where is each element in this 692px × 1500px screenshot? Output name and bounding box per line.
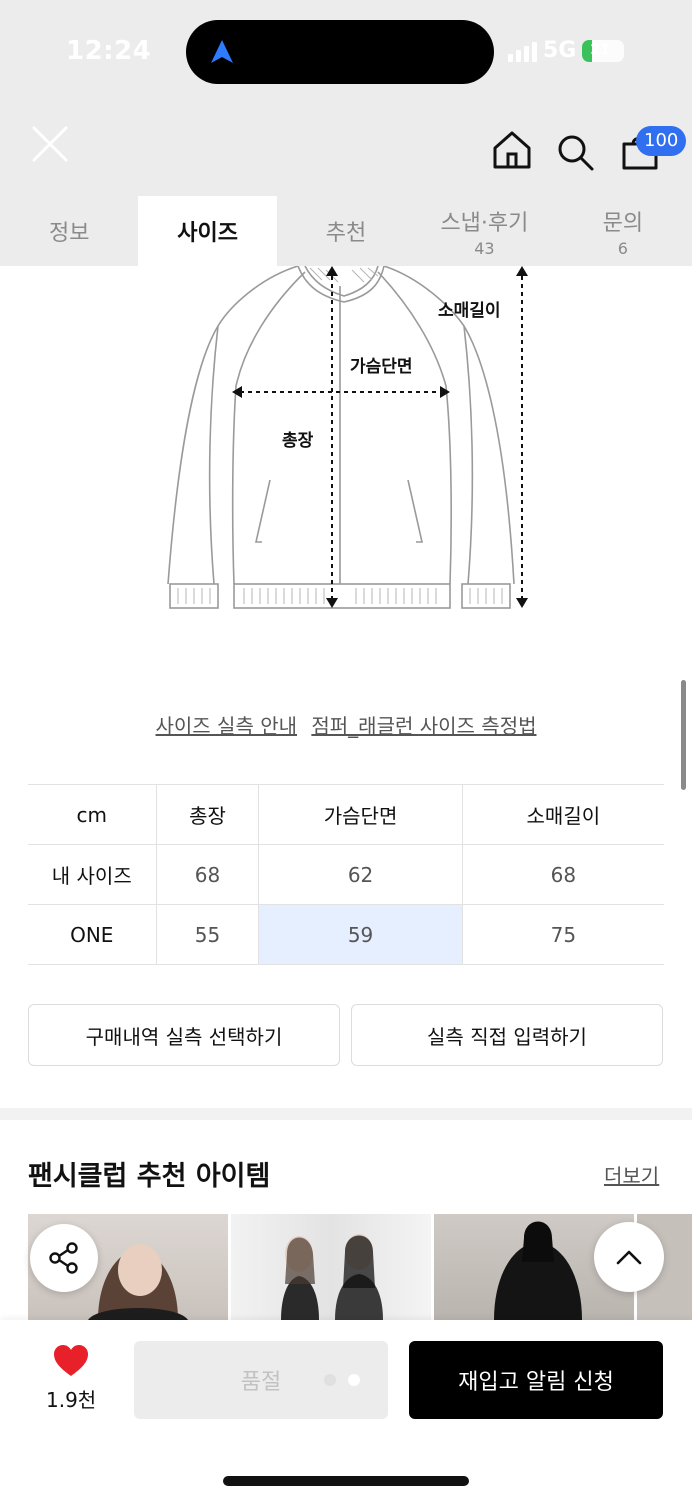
product-thumbnail[interactable] [231,1214,431,1320]
share-icon [49,1242,78,1274]
model-photo-image [281,1234,383,1320]
restock-alert-button[interactable]: 재입고 알림 신청 [409,1341,663,1419]
row-label: 내 사이즈 [28,844,157,905]
restock-label: 재입고 알림 신청 [458,1370,614,1395]
table-cell-highlighted: 59 [258,904,463,965]
pager-dot [324,1374,336,1386]
tab-size[interactable]: 사이즈 [138,196,277,266]
header-cell: cm [28,784,157,845]
table-cell: 68 [462,844,664,905]
table-row[interactable]: ONE 55 59 75 [28,904,664,965]
tab-label: 스냅·후기 [440,210,529,236]
signal-icon [508,40,537,62]
battery-level: 21 [590,41,610,58]
manual-measure-input-button[interactable]: 실측 직접 입력하기 [351,1004,663,1066]
tab-label: 문의 [602,210,644,236]
tab-label: 추천 [325,221,367,246]
size-diagram: 소매길이 가슴단면 총장 [0,266,692,626]
tab-inquiry[interactable]: 문의 6 [554,196,692,266]
heart-icon[interactable] [52,1344,90,1378]
status-indicators: 5G 21 [508,38,625,63]
home-icon[interactable] [491,130,533,170]
recommend-carousel[interactable] [28,1214,692,1320]
soldout-label: 품절 [240,1370,282,1395]
tab-recommend[interactable]: 추천 [277,196,415,266]
table-header-row: cm 총장 가슴단면 소매길이 [28,784,664,845]
tab-info[interactable]: 정보 [0,196,138,266]
measure-method-link[interactable]: 점퍼_래글런 사이즈 측정법 [311,714,536,738]
battery-icon: 21 [582,39,625,62]
jacket-illustration [167,266,528,609]
network-type: 5G [543,38,577,63]
status-time: 12:24 [66,36,152,66]
recommend-title: 팬시클럽 추천 아이템 [28,1161,271,1192]
navigation-arrow-icon [211,40,233,63]
sleeve-length-label: 소매길이 [438,301,501,321]
pager-dots [324,1374,360,1386]
tab-count: 6 [617,238,628,258]
row-label: ONE [28,904,157,965]
size-guide-links: 사이즈 실측 안내 점퍼_래글런 사이즈 측정법 [0,710,692,739]
pager-dot-active [348,1374,360,1386]
header-cell: 소매길이 [462,784,664,845]
close-icon[interactable] [30,124,70,164]
table-cell: 75 [462,904,664,965]
size-guide-link[interactable]: 사이즈 실측 안내 [156,714,298,738]
tab-snap-review[interactable]: 스냅·후기 43 [415,196,553,266]
size-table: cm 총장 가슴단면 소매길이 내 사이즈 68 62 68 ONE 55 59… [28,784,664,965]
dynamic-island [186,20,494,84]
like-count: 1.9천 [46,1388,97,1412]
scroll-top-button[interactable] [594,1222,664,1292]
total-length-label: 총장 [282,431,314,451]
table-cell: 68 [156,844,260,905]
table-cell: 55 [156,904,260,965]
tab-label: 사이즈 [177,221,238,246]
share-button[interactable] [30,1224,98,1292]
chevron-up-icon [616,1250,642,1265]
tab-count: 43 [474,238,495,258]
select-purchase-measure-button[interactable]: 구매내역 실측 선택하기 [28,1004,340,1066]
home-indicator[interactable] [223,1476,469,1486]
cart-count-badge: 100 [636,126,687,156]
header-cell: 가슴단면 [258,784,463,845]
table-cell: 62 [258,844,463,905]
section-divider [0,1108,692,1120]
scrollbar[interactable] [681,680,686,790]
chest-width-label: 가슴단면 [350,357,413,377]
header-cell: 총장 [156,784,260,845]
search-icon[interactable] [555,132,595,172]
table-row[interactable]: 내 사이즈 68 62 68 [28,844,664,905]
see-more-link[interactable]: 더보기 [604,1160,659,1189]
tab-label: 정보 [48,221,90,246]
tab-bar: 정보 사이즈 추천 스냅·후기 43 문의 6 [0,196,692,266]
